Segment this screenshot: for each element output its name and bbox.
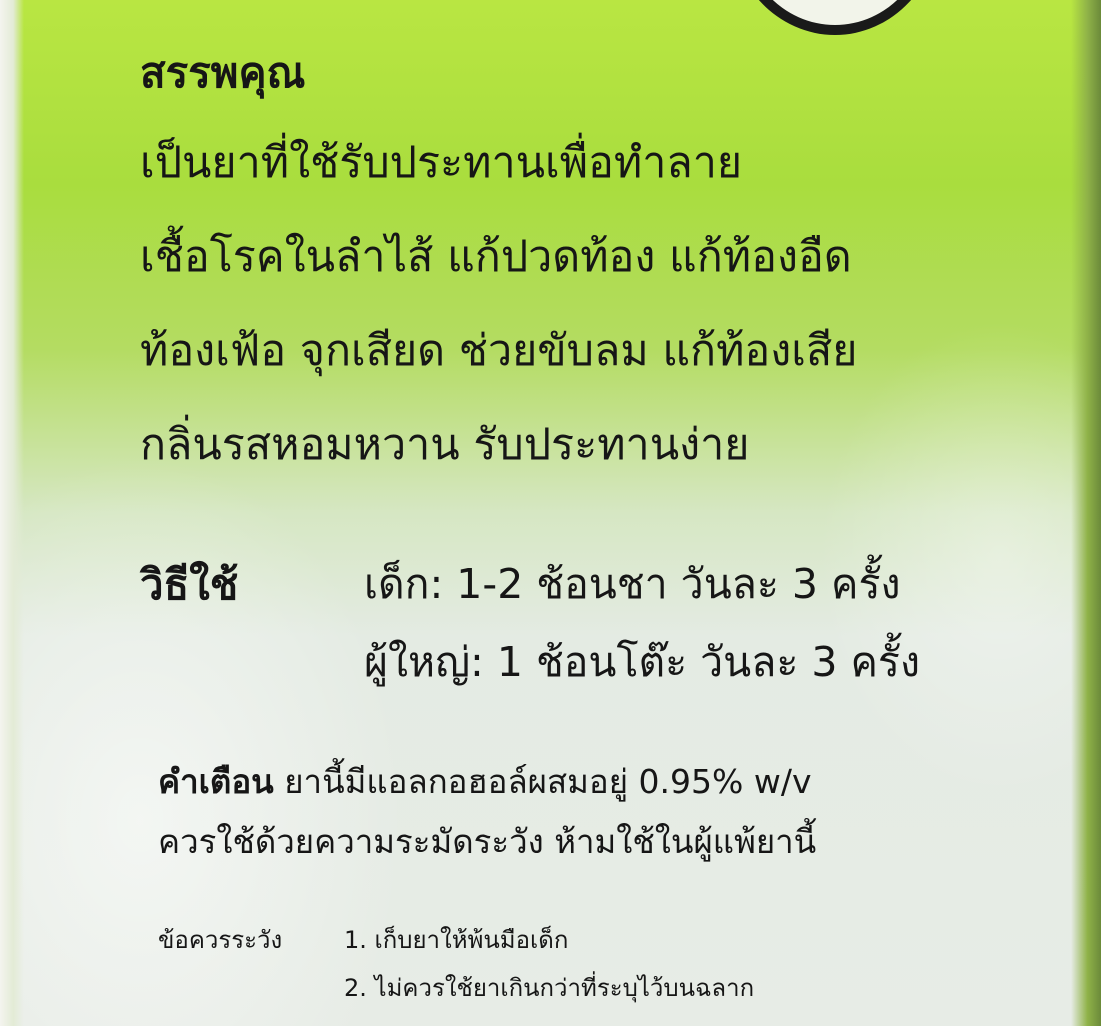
usage-adult-dose: ผู้ใหญ่: 1 ช้อนโต๊ะ วันละ 3 ครั้ง (364, 638, 920, 686)
properties-line-3: ท้องเฟ้อ จุกเสียด ช่วยขับลม แก้ท้องเสีย (140, 326, 858, 376)
caution-label: ข้อควรระวัง (158, 926, 283, 954)
caution-item-1: 1. เก็บยาให้พ้นมือเด็ก (344, 926, 569, 954)
properties-line-2: เชื้อโรคในลำไส้ แก้ปวดท้อง แก้ท้องอืด (140, 232, 852, 282)
warning-label: คำเตือน (158, 762, 274, 801)
bottle-left-edge (0, 0, 24, 1026)
warning-alcohol-text: ยานี้มีแอลกอฮอล์ผสมอยู่ 0.95% w/v (284, 762, 812, 801)
usage-label: วิธีใช้ (140, 560, 239, 609)
properties-line-4: กลิ่นรสหอมหวาน รับประทานง่าย (140, 420, 750, 470)
bottle-right-edge (1071, 0, 1101, 1026)
warning-line-1: คำเตือน ยานี้มีแอลกอฮอล์ผสมอยู่ 0.95% w/… (158, 755, 812, 808)
caution-item-2: 2. ไม่ควรใช้ยาเกินกว่าที่ระบุไว้บนฉลาก (344, 974, 755, 1002)
properties-line-1: เป็นยาที่ใช้รับประทานเพื่อทำลาย (140, 138, 743, 188)
usage-children-dose: เด็ก: 1-2 ช้อนชา วันละ 3 ครั้ง (364, 560, 901, 608)
properties-heading: สรรพคุณ (140, 48, 306, 97)
warning-line-2: ควรใช้ด้วยความระมัดระวัง ห้ามใช้ในผู้แพ้… (158, 822, 817, 861)
